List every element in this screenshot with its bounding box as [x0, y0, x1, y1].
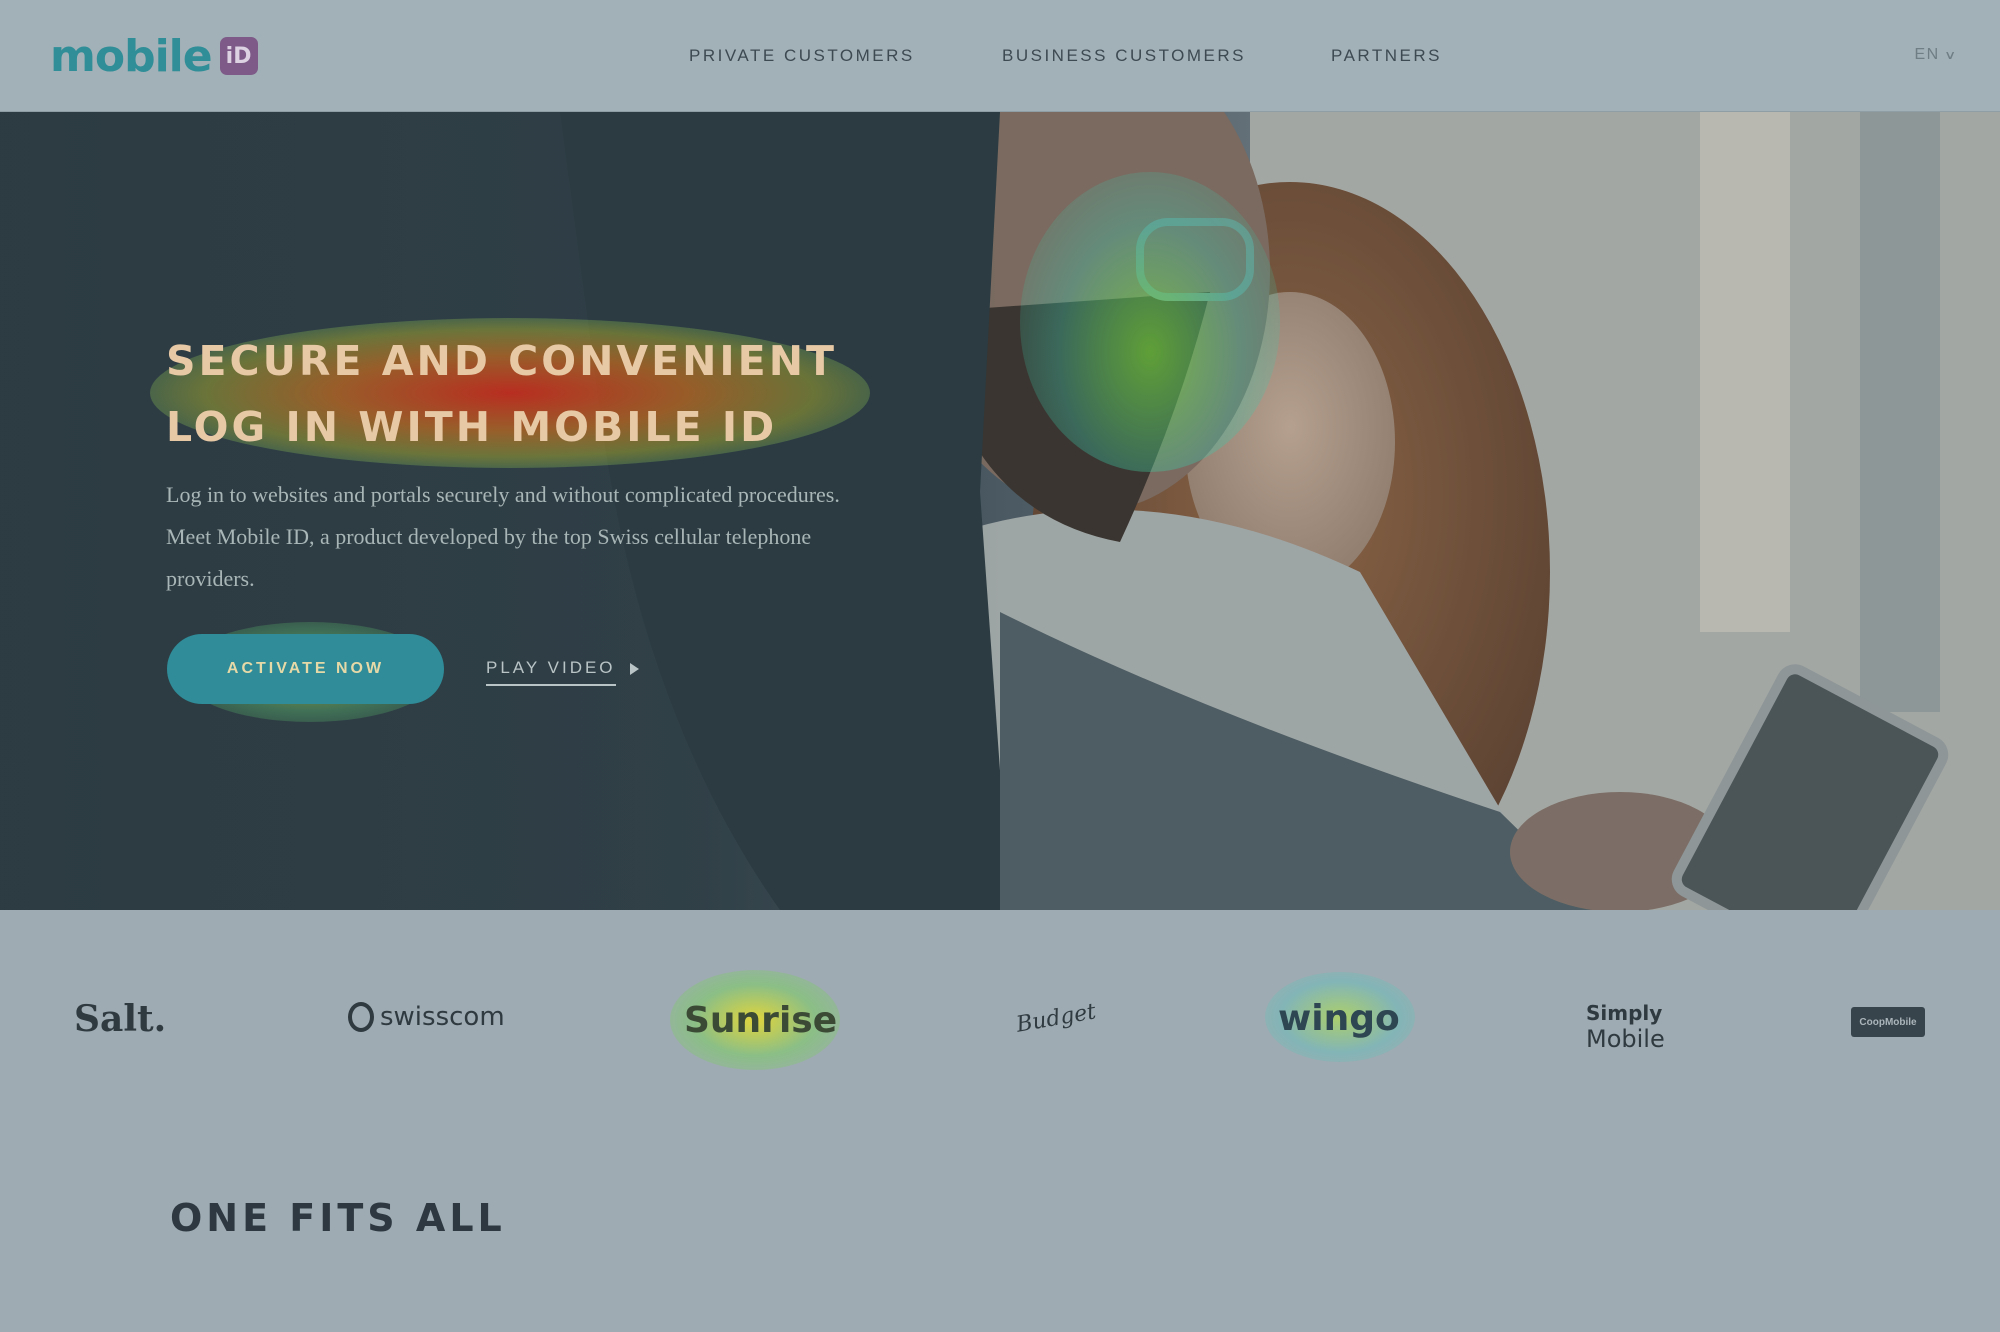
nav-private-customers[interactable]: PRIVATE CUSTOMERS	[689, 46, 915, 66]
chevron-down-icon: ∨	[1943, 48, 1959, 62]
partner-sunrise-logo[interactable]: Sunrise	[684, 1000, 837, 1041]
swisscom-icon	[348, 1002, 374, 1032]
language-selector[interactable]: EN ∨	[1914, 46, 1956, 64]
nav-business-customers[interactable]: BUSINESS CUSTOMERS	[1002, 46, 1246, 66]
play-video-label: PLAY VIDEO	[486, 658, 616, 686]
language-label: EN	[1914, 46, 1940, 63]
activate-now-button[interactable]: ACTIVATE NOW	[167, 634, 444, 704]
partner-swisscom-logo[interactable]: swisscom	[348, 1002, 505, 1032]
partner-logos: Salt. swisscom Sunrise Budget wingo Simp…	[0, 910, 2000, 1130]
partner-swisscom-label: swisscom	[380, 1002, 505, 1032]
main-nav: PRIVATE CUSTOMERS BUSINESS CUSTOMERS PAR…	[0, 46, 2000, 70]
partner-coop-mobile-logo[interactable]: CoopMobile	[1851, 1007, 1925, 1037]
hero-title-line-1: SECURE AND CONVENIENT	[166, 337, 837, 385]
partner-simply-mobile-logo[interactable]: Simply Mobile	[1586, 1000, 1665, 1052]
partner-salt-logo[interactable]: Salt.	[74, 998, 166, 1040]
play-icon	[629, 663, 639, 675]
site-header: mobile iD PRIVATE CUSTOMERS BUSINESS CUS…	[0, 0, 2000, 112]
hero-description: Log in to websites and portals securely …	[166, 482, 840, 591]
simply-mobile-line-2: Mobile	[1586, 1025, 1665, 1053]
partner-wingo-logo[interactable]: wingo	[1278, 998, 1400, 1039]
partner-budget-logo[interactable]: Budget	[1014, 999, 1097, 1038]
hero-title-line-2: LOG IN WITH MOBILE ID	[166, 403, 778, 451]
hero-section: SECURE AND CONVENIENT LOG IN WITH MOBILE…	[0, 112, 2000, 910]
section-title: ONE FITS ALL	[170, 1196, 506, 1240]
nav-partners[interactable]: PARTNERS	[1331, 46, 1442, 66]
play-video-button[interactable]: PLAY VIDEO	[486, 658, 639, 686]
simply-mobile-line-1: Simply	[1586, 1001, 1663, 1025]
hero-title: SECURE AND CONVENIENT LOG IN WITH MOBILE…	[166, 328, 906, 460]
